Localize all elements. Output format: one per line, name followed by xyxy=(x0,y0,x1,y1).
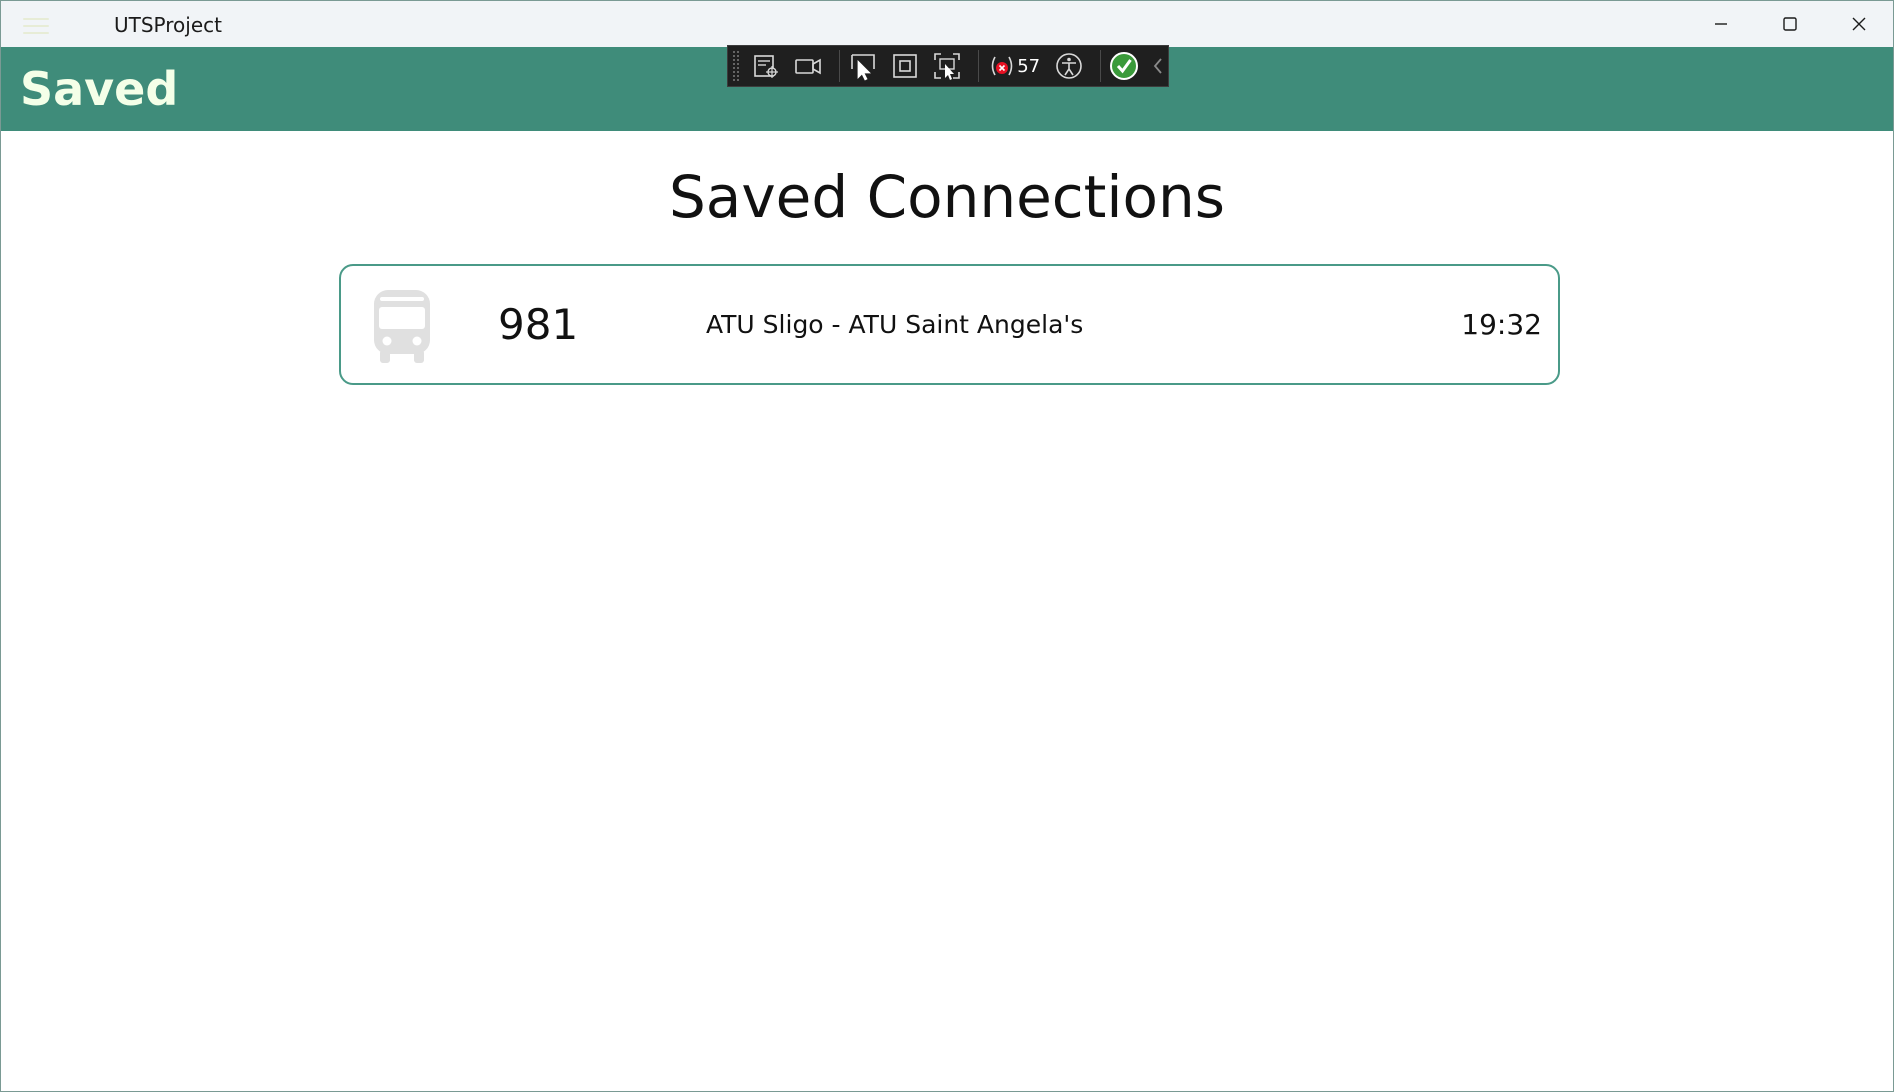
minimize-button[interactable] xyxy=(1686,1,1755,47)
hot-reload-status-icon[interactable] xyxy=(1107,48,1141,84)
title-bar[interactable]: UTSProject xyxy=(1,1,1893,47)
toolbar-separator xyxy=(978,50,980,82)
live-visual-tree-icon[interactable] xyxy=(749,48,783,84)
window-title: UTSProject xyxy=(114,13,222,37)
toolbar-separator xyxy=(1100,50,1102,82)
display-layout-adorners-icon[interactable] xyxy=(888,48,922,84)
saved-connection-card[interactable]: 981 ATU Sligo - ATU Saint Angela's 19:32 xyxy=(339,264,1560,385)
toolbar-separator xyxy=(839,50,841,82)
bus-icon xyxy=(374,290,430,363)
accessibility-checker-icon[interactable] xyxy=(1052,48,1086,84)
window-controls xyxy=(1686,1,1893,47)
close-button[interactable] xyxy=(1824,1,1893,47)
binding-failures-icon[interactable] xyxy=(985,48,1019,84)
binding-failures-count: 57 xyxy=(1017,55,1041,77)
close-icon xyxy=(1852,17,1865,31)
saved-connections-heading: Saved Connections xyxy=(668,163,1225,231)
app-window: UTSProject Saved 57 Saved Connections 98… xyxy=(0,0,1894,1092)
toolbar-grip[interactable] xyxy=(732,50,742,82)
hamburger-menu-icon[interactable] xyxy=(23,18,49,34)
route-number: 981 xyxy=(498,300,579,349)
track-focus-icon[interactable] xyxy=(930,48,964,84)
maximize-icon xyxy=(1782,17,1797,31)
maximize-button[interactable] xyxy=(1755,1,1824,47)
departure-time: 19:32 xyxy=(1461,308,1542,341)
route-name: ATU Sligo - ATU Saint Angela's xyxy=(706,310,1084,339)
page-title-saved: Saved xyxy=(20,62,179,116)
select-element-icon[interactable] xyxy=(846,48,880,84)
main-content: Saved Connections 981 ATU Sligo - ATU Sa… xyxy=(1,131,1893,1091)
minimize-icon xyxy=(1714,23,1727,25)
xaml-debug-toolbar[interactable]: 57 xyxy=(727,45,1169,87)
collapse-toolbar-chevron-left-icon[interactable] xyxy=(1149,48,1168,84)
video-camera-icon[interactable] xyxy=(791,48,825,84)
